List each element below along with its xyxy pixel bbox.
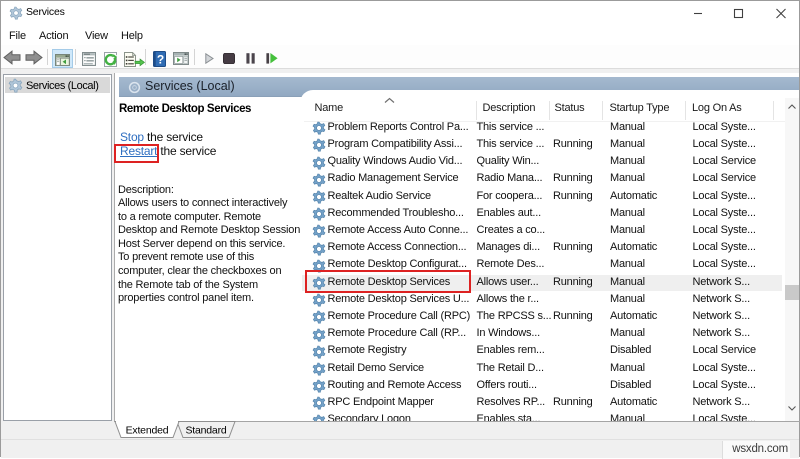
svg-text:Extended: Extended — [126, 425, 169, 437]
svg-text:Standard: Standard — [185, 425, 226, 437]
svg-text:?: ? — [157, 53, 164, 67]
